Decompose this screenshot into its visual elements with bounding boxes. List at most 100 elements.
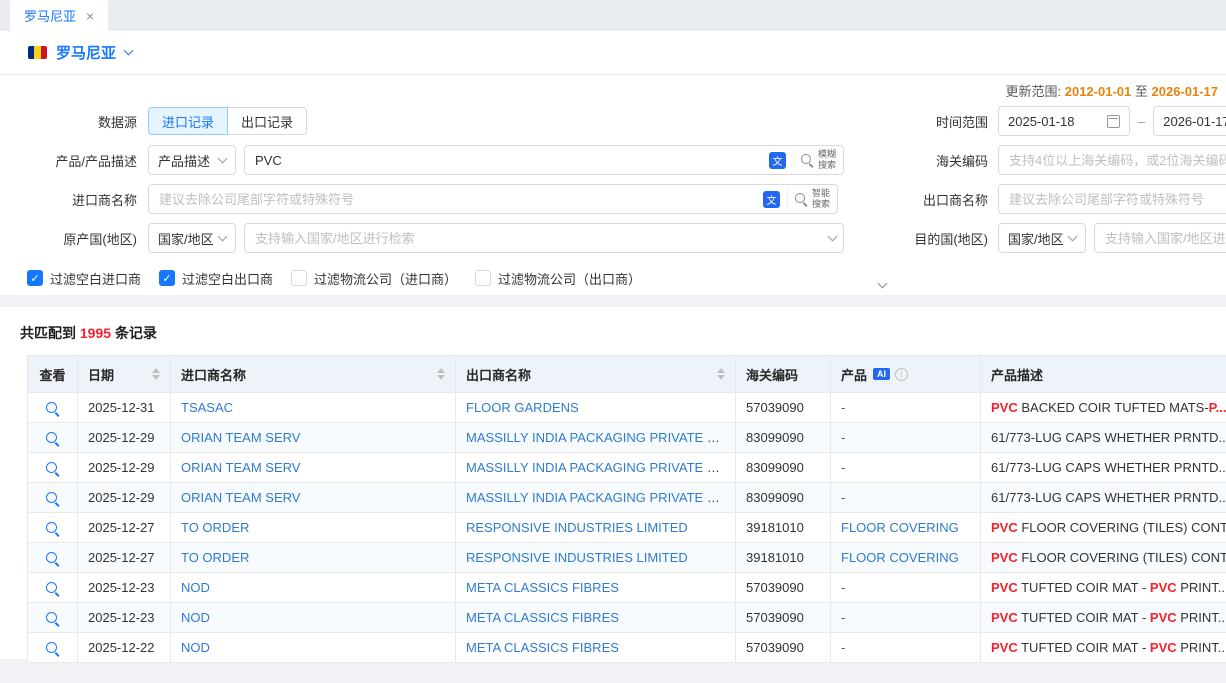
exporter-name-label: 出口商名称 [888,190,998,209]
importer-link[interactable]: ORIAN TEAM SERV [181,490,300,505]
view-detail-icon[interactable] [45,581,60,596]
sort-icon[interactable] [717,368,725,380]
filter-checkbox-item[interactable]: 过滤物流公司（出口商） [475,269,641,288]
description-cell: PVC FLOOR COVERING (TILES) CONT... [981,513,1226,543]
importer-link[interactable]: TO ORDER [181,520,249,535]
tab-close-icon[interactable]: × [86,9,94,23]
search-icon [800,153,814,167]
checkbox-checked-icon[interactable]: ✓ [159,270,175,286]
view-detail-icon[interactable] [45,641,60,656]
record-count: 1995 [80,325,111,341]
checkbox-label: 过滤物流公司（出口商） [498,269,641,288]
date-cell: 2025-12-29 [78,423,171,453]
description-cell: 61/773-LUG CAPS WHETHER PRNTD... [981,423,1226,453]
update-range: 更新范围: 2012-01-01 至 2026-01-17 [0,81,1226,97]
date-cell: 2025-12-22 [78,633,171,663]
sort-icon[interactable] [437,368,445,380]
translate-icon[interactable]: 文 [769,152,786,169]
table-row: 2025-12-27TO ORDERRESPONSIVE INDUSTRIES … [28,543,1226,573]
info-icon[interactable]: i [895,368,908,381]
view-detail-icon[interactable] [45,431,60,446]
exporter-link[interactable]: MASSILLY INDIA PACKAGING PRIVATE LIMI... [466,490,736,505]
smart-search-button[interactable]: 智能 搜索 [787,188,830,210]
importer-input[interactable] [159,192,756,207]
exporter-link[interactable]: RESPONSIVE INDUSTRIES LIMITED [466,550,688,565]
view-detail-icon[interactable] [45,401,60,416]
checkbox-unchecked-icon[interactable] [291,270,307,286]
desc-text: 61/773-LUG CAPS WHETHER PRNTD... [991,430,1226,445]
exporter-link[interactable]: MASSILLY INDIA PACKAGING PRIVATE LIMI... [466,460,736,475]
date-cell: 2025-12-29 [78,453,171,483]
view-detail-icon[interactable] [45,551,60,566]
filter-checkbox-item[interactable]: ✓过滤空白出口商 [159,269,273,288]
destination-country-input[interactable] [1105,231,1226,246]
update-range-label: 更新范围: [1005,84,1061,99]
view-detail-icon[interactable] [45,611,60,626]
exporter-cell: MASSILLY INDIA PACKAGING PRIVATE LIMI... [456,483,736,513]
search-panel: 罗马尼亚 更新范围: 2012-01-01 至 2026-01-17 数据源 进… [0,31,1226,295]
chevron-down-icon[interactable] [124,46,134,56]
product-link[interactable]: FLOOR COVERING [841,520,959,535]
col-view: 查看 [28,356,78,393]
desc-text: TUFTED COIR MAT - [1018,640,1150,655]
exporter-link[interactable]: META CLASSICS FIBRES [466,580,619,595]
update-end-date: 2026-01-17 [1152,84,1219,99]
table-row: 2025-12-23NODMETA CLASSICS FIBRES5703909… [28,603,1226,633]
origin-country-input[interactable] [255,231,822,246]
importer-link[interactable]: TSASAC [181,400,233,415]
table-row: 2025-12-29 ORIAN TEAM SERV MASSILLY INDIA … [28,453,1226,483]
view-detail-icon[interactable] [45,461,60,476]
update-to-text: 至 [1135,84,1148,99]
exporter-link[interactable]: META CLASSICS FIBRES [466,610,619,625]
view-cell [28,573,78,603]
exporter-cell: RESPONSIVE INDUSTRIES LIMITED [456,543,736,573]
origin-country-select[interactable]: 国家/地区 [148,223,236,253]
view-cell [28,633,78,663]
exporter-link[interactable]: META CLASSICS FIBRES [466,640,619,655]
tab-romania[interactable]: 罗马尼亚 × [10,0,108,31]
table-row: 2025-12-29 ORIAN TEAM SERV MASSILLY INDIA … [28,423,1226,453]
product-select-value: 产品描述 [158,151,210,170]
product-cell: - [831,603,981,633]
exporter-link[interactable]: MASSILLY INDIA PACKAGING PRIVATE LIMI... [466,430,736,445]
product-link[interactable]: FLOOR COVERING [841,550,959,565]
importer-link[interactable]: ORIAN TEAM SERV [181,460,300,475]
filter-checkbox-item[interactable]: 过滤物流公司（进口商） [291,269,457,288]
importer-link[interactable]: NOD [181,580,210,595]
import-records-button[interactable]: 进口记录 [148,107,228,135]
end-date-input[interactable]: 2026-01-17 [1153,106,1226,136]
importer-link[interactable]: TO ORDER [181,550,249,565]
importer-link[interactable]: NOD [181,610,210,625]
importer-cell: NOD [171,603,456,633]
romania-flag-icon [28,46,47,59]
view-detail-icon[interactable] [45,521,60,536]
sort-icon[interactable] [152,368,160,380]
checkbox-label: 过滤空白进口商 [50,269,141,288]
country-title[interactable]: 罗马尼亚 [56,42,116,63]
smart-search-label: 智能 搜索 [812,188,830,210]
checkbox-unchecked-icon[interactable] [475,270,491,286]
checkbox-checked-icon[interactable]: ✓ [27,270,43,286]
destination-country-select[interactable]: 国家/地区 [998,223,1086,253]
data-source-toggle: 进口记录 出口记录 [148,107,307,135]
importer-link[interactable]: NOD [181,640,210,655]
view-detail-icon[interactable] [45,491,60,506]
start-date-input[interactable]: 2025-01-18 [998,106,1130,136]
hs-code-cell: 39181010 [736,513,831,543]
exporter-input[interactable] [1009,192,1226,207]
exporter-link[interactable]: RESPONSIVE INDUSTRIES LIMITED [466,520,688,535]
hs-code-cell: 57039090 [736,573,831,603]
product-empty: - [841,460,845,475]
translate-icon[interactable]: 文 [763,191,780,208]
exporter-link[interactable]: FLOOR GARDENS [466,400,579,415]
hs-code-input[interactable] [1009,153,1226,168]
product-input[interactable] [255,153,762,168]
product-type-select[interactable]: 产品描述 [148,145,236,175]
filter-checkbox-item[interactable]: ✓ 过滤空白进口商 [27,269,141,288]
desc-text: 61/773-LUG CAPS WHETHER PRNTD... [991,490,1226,505]
fuzzy-search-button[interactable]: 模糊 搜索 [793,149,836,171]
importer-link[interactable]: ORIAN TEAM SERV [181,430,300,445]
collapse-toggle[interactable] [868,277,896,293]
export-records-button[interactable]: 出口记录 [227,107,307,135]
table-row: 2025-12-22NODMETA CLASSICS FIBRES5703909… [28,633,1226,663]
